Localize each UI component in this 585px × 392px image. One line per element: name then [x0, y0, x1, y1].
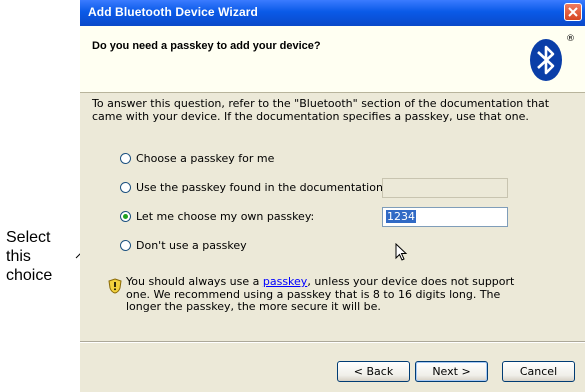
wizard-header: Do you need a passkey to add your device… [80, 26, 585, 93]
cancel-button[interactable]: Cancel [502, 361, 575, 382]
page-title: Do you need a passkey to add your device… [92, 40, 321, 52]
passkey-link[interactable]: passkey [263, 275, 307, 288]
callout-line-3: choice [6, 267, 53, 284]
option-label: Choose a passkey for me [136, 152, 275, 165]
description-text: To answer this question, refer to the "B… [92, 97, 550, 123]
back-button[interactable]: < Back [337, 361, 410, 382]
shield-info-icon [108, 278, 122, 294]
passkey-advice-text: You should always use a passkey, unless … [126, 275, 526, 314]
option-label: Use the passkey found in the documentati… [136, 181, 387, 194]
option-label: Let me choose my own passkey: [136, 210, 315, 223]
radio-button[interactable] [120, 240, 131, 251]
close-icon [568, 7, 578, 17]
bluetooth-icon [530, 39, 562, 81]
documentation-passkey-field [382, 178, 508, 198]
radio-button-selected[interactable] [120, 211, 131, 222]
option-label: Don't use a passkey [136, 239, 247, 252]
close-button[interactable] [564, 3, 582, 21]
registered-mark: ® [566, 34, 575, 44]
callout-line-2: this [6, 248, 31, 265]
button-separator [80, 341, 585, 343]
radio-button[interactable] [120, 182, 131, 193]
advice-prefix: You should always use a [126, 275, 263, 288]
passkey-value: 1234 [386, 210, 416, 223]
mouse-cursor-icon [395, 243, 408, 261]
own-passkey-field[interactable]: 1234 [382, 207, 508, 227]
option-use-documentation-passkey[interactable]: Use the passkey found in the documentati… [120, 181, 387, 194]
callout-line-1: Select [6, 229, 51, 246]
option-choose-for-me[interactable]: Choose a passkey for me [120, 152, 274, 165]
next-button[interactable]: Next > [415, 361, 488, 382]
radio-button[interactable] [120, 153, 131, 164]
window-title: Add Bluetooth Device Wizard [88, 5, 258, 19]
title-bar[interactable]: Add Bluetooth Device Wizard [80, 0, 585, 26]
option-no-passkey[interactable]: Don't use a passkey [120, 239, 247, 252]
wizard-window: Add Bluetooth Device Wizard Do you need … [80, 0, 585, 392]
option-choose-own-passkey[interactable]: Let me choose my own passkey: [120, 210, 314, 223]
callout-text: Select this choice [6, 228, 76, 285]
